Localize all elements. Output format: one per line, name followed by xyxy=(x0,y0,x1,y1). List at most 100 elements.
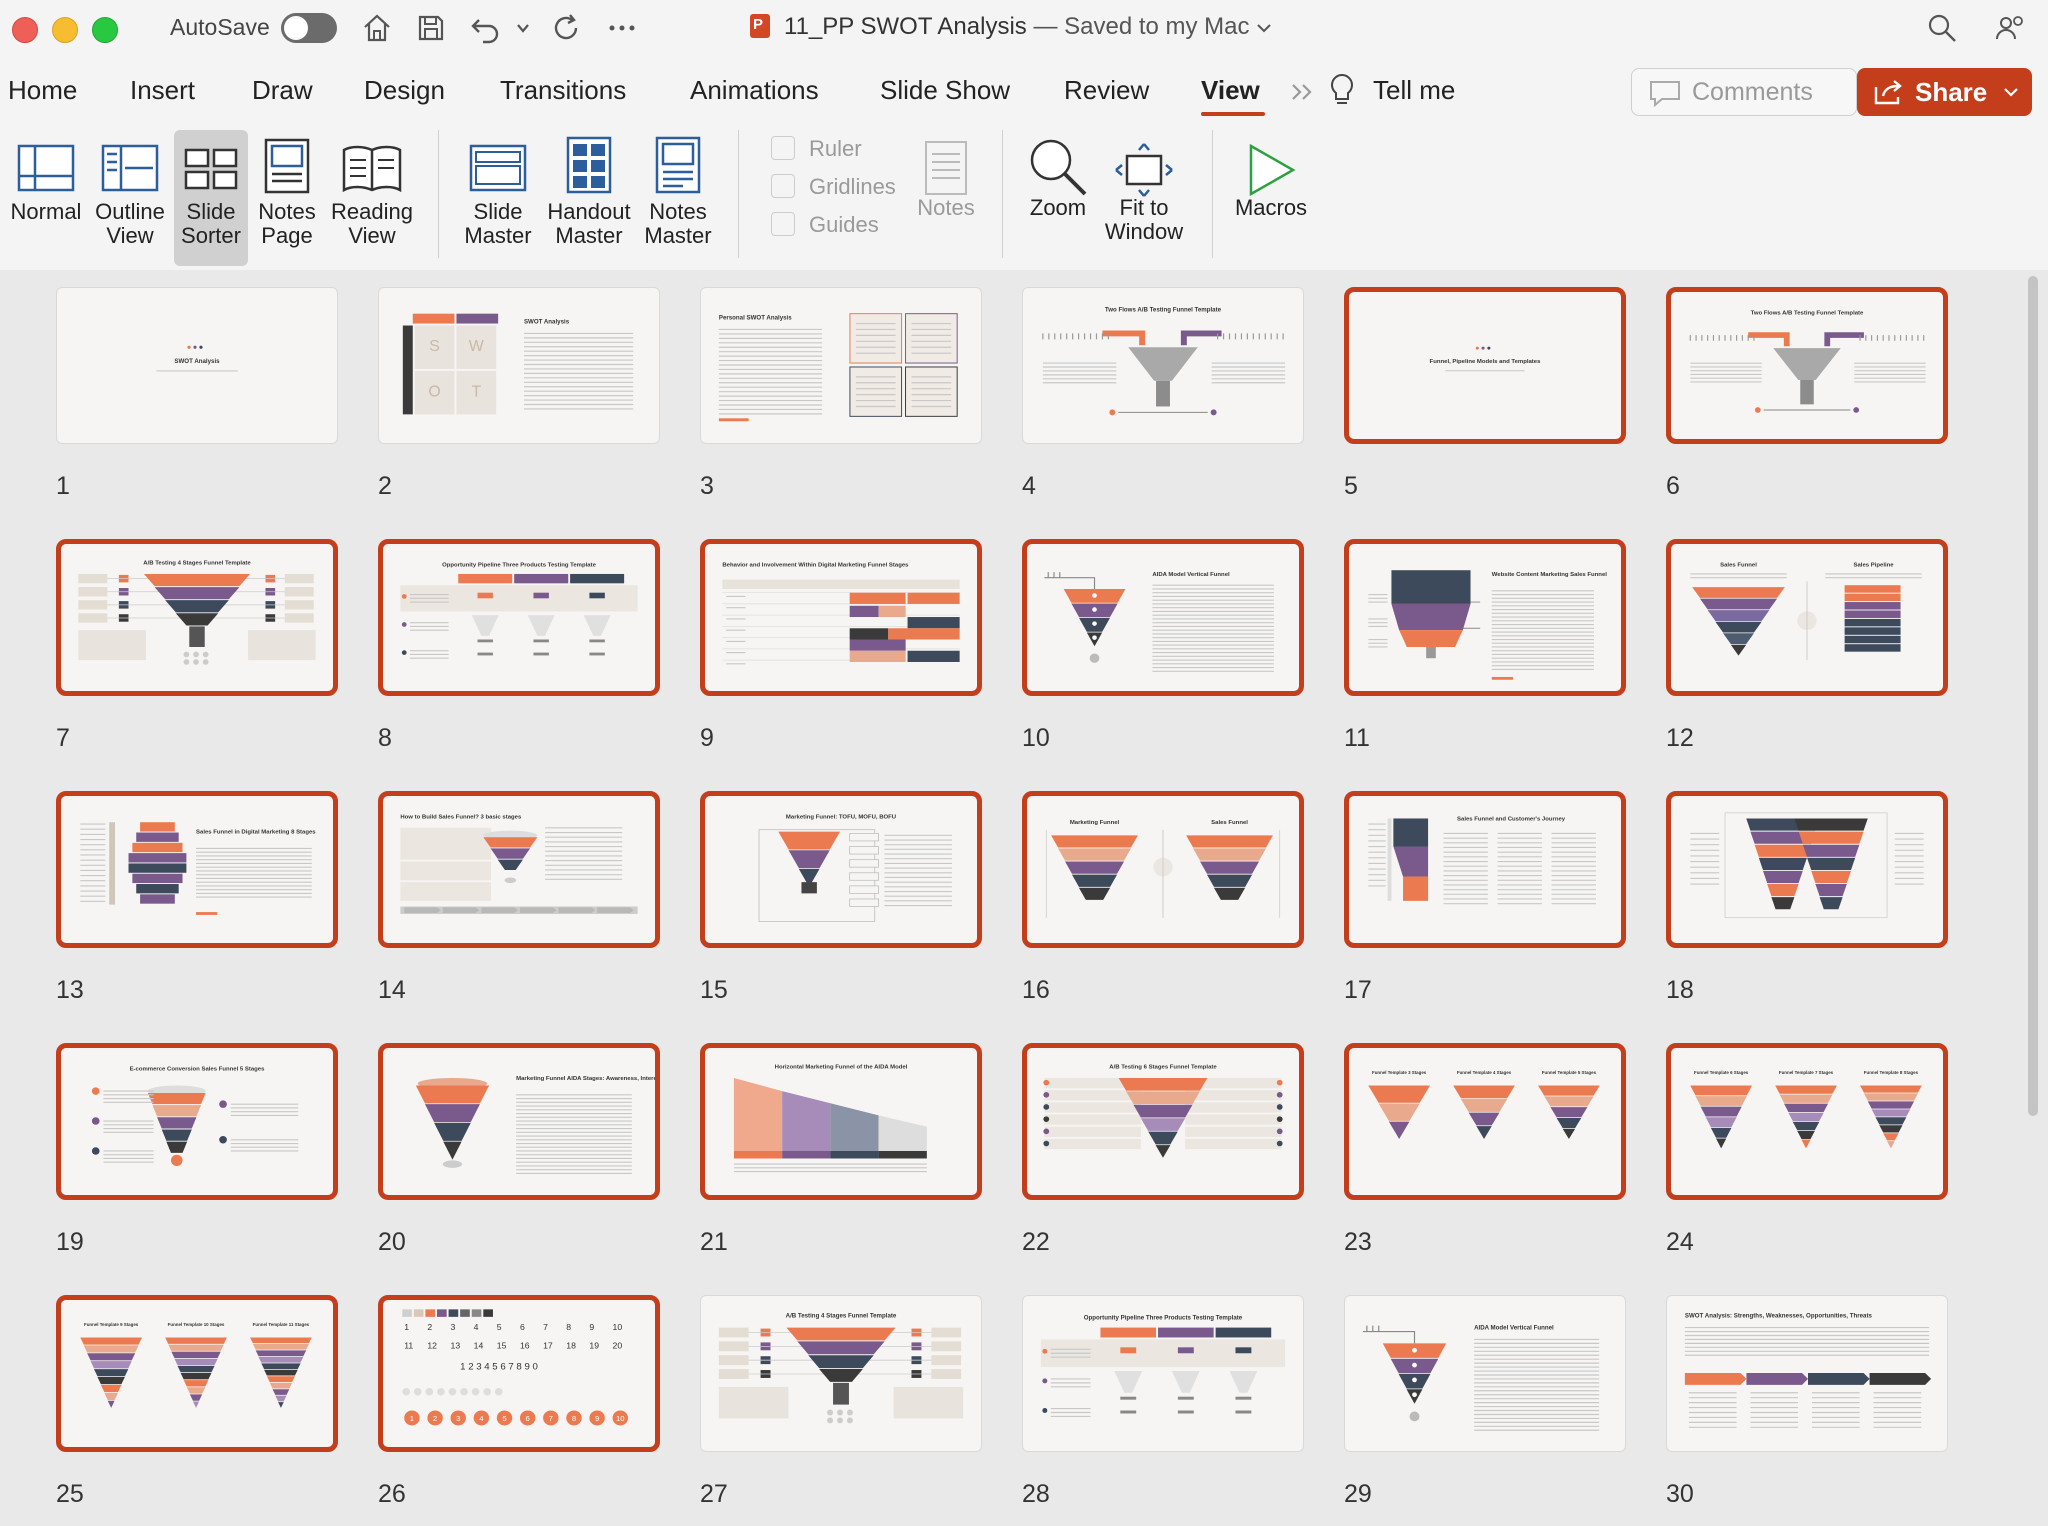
view-ribbon: Normal Outline View Slide Sorter Notes Page… xyxy=(0,122,2048,271)
slide-thumbnail-4[interactable]: Two Flows A/B Testing Funnel Template xyxy=(1022,287,1304,444)
handout-master-icon xyxy=(566,136,612,194)
slide-thumbnail-6[interactable]: Two Flows A/B Testing Funnel Template xyxy=(1666,287,1948,444)
slide-sorter-button[interactable]: Slide Sorter xyxy=(174,130,248,266)
slide-thumbnail-20[interactable]: Marketing Funnel AIDA Stages: Awareness,… xyxy=(378,1043,660,1200)
slide-thumbnail-15[interactable]: Marketing Funnel: TOFU, MOFU, BOFU xyxy=(700,791,982,948)
tell-me-search[interactable]: Tell me xyxy=(1373,75,1455,106)
slide-thumbnail-14[interactable]: How to Build Sales Funnel? 3 basic stage… xyxy=(378,791,660,948)
slide-thumbnail-3[interactable]: Personal SWOT Analysis xyxy=(700,287,982,444)
slide-thumbnail-28[interactable]: Opportunity Pipeline Three Products Test… xyxy=(1022,1295,1304,1452)
slide-title: Horizontal Marketing Funnel of the AIDA … xyxy=(775,1065,908,1071)
zoom-window-button[interactable] xyxy=(92,17,118,43)
comments-button[interactable]: Comments xyxy=(1631,68,1857,116)
slide-thumbnail-1[interactable]: SWOT Analysis xyxy=(56,287,338,444)
more-options-icon[interactable] xyxy=(602,10,642,46)
share-people-icon[interactable] xyxy=(1990,10,2030,46)
slide-thumbnail-11[interactable]: Website Content Marketing Sales Funnel xyxy=(1344,539,1626,696)
handout-master-button[interactable]: Handout Master xyxy=(546,122,632,248)
slide-thumbnail-26[interactable]: 1 2 3 4 5 6 7 8 9 10 11 12 13 14 15 16 17 18 19 20 1 2 3 4 5… xyxy=(378,1295,660,1452)
close-window-button[interactable] xyxy=(12,17,38,43)
guides-checkbox[interactable]: Guides xyxy=(771,212,879,238)
slide-thumbnail-23[interactable]: Funnel Template 3 Stages Funnel Template … xyxy=(1344,1043,1626,1200)
slide-thumbnail-30[interactable]: SWOT Analysis: Strengths, Weaknesses, Op… xyxy=(1666,1295,1948,1452)
tab-transitions[interactable]: Transitions xyxy=(500,75,626,106)
outline-view-button[interactable]: Outline View xyxy=(90,122,170,248)
slide-thumbnail-24[interactable]: Funnel Template 6 Stages Funnel Template … xyxy=(1666,1043,1948,1200)
slide-thumbnail-22[interactable]: A/B Testing 6 Stages Funnel Template xyxy=(1022,1043,1304,1200)
slide-thumbnail-7[interactable]: A/B Testing 4 Stages Funnel Template xyxy=(56,539,338,696)
ruler-checkbox[interactable]: Ruler xyxy=(771,136,862,162)
slide-sorter-pane: SWOT Analysis 1 S W O T SWOT Analysis 2 Personal… xyxy=(0,270,2048,1526)
normal-view-icon xyxy=(17,144,75,192)
vertical-scrollbar[interactable] xyxy=(2028,276,2038,1116)
slide-title: A/B Testing 4 Stages Funnel Template xyxy=(143,561,251,567)
svg-text:10: 10 xyxy=(613,1322,623,1332)
slide-thumbnail-2[interactable]: S W O T SWOT Analysis xyxy=(378,287,660,444)
tab-home[interactable]: Home xyxy=(8,75,77,106)
active-tab-indicator xyxy=(1201,112,1265,116)
tab-insert[interactable]: Insert xyxy=(130,75,195,106)
slide-title: AIDA Model Vertical Funnel xyxy=(1474,1325,1554,1332)
svg-text:9: 9 xyxy=(595,1414,599,1423)
slide-preview: A/B Testing 4 Stages Funnel Template xyxy=(78,561,316,665)
slide-number: 29 xyxy=(1344,1480,1372,1508)
slide-thumbnail-17[interactable]: Sales Funnel and Customer's Journey xyxy=(1344,791,1626,948)
svg-text:20: 20 xyxy=(613,1341,623,1351)
slide-thumbnail-9[interactable]: Behavior and Involvement Within Digital … xyxy=(700,539,982,696)
document-title[interactable]: 11_PP SWOT Analysis — Saved to my Mac xyxy=(750,13,1272,41)
slide-thumbnail-27[interactable]: A/B Testing 4 Stages Funnel Template xyxy=(700,1295,982,1452)
slide-preview: Two Flows A/B Testing Funnel Template xyxy=(1689,311,1926,413)
slide-thumbnail-21[interactable]: Horizontal Marketing Funnel of the AIDA … xyxy=(700,1043,982,1200)
slide-thumbnail-12[interactable]: Sales Funnel Sales Pipeline xyxy=(1666,539,1948,696)
minimize-window-button[interactable] xyxy=(52,17,78,43)
share-button[interactable]: Share xyxy=(1857,68,2032,116)
slide-preview: E-commerce Conversion Sales Funnel 5 Sta… xyxy=(91,1067,299,1166)
macros-button[interactable]: Macros xyxy=(1226,122,1316,220)
zoom-button[interactable]: Zoom xyxy=(1018,122,1098,220)
save-icon[interactable] xyxy=(411,10,451,46)
slide-thumbnail-13[interactable]: Sales Funnel in Digital Marketing 8 Stag… xyxy=(56,791,338,948)
slide-title: SWOT Analysis: Strengths, Weaknesses, Op… xyxy=(1685,1313,1873,1320)
slide-thumbnail-19[interactable]: E-commerce Conversion Sales Funnel 5 Sta… xyxy=(56,1043,338,1200)
slide-title: AIDA Model Vertical Funnel xyxy=(1152,572,1230,578)
tab-design[interactable]: Design xyxy=(364,75,445,106)
undo-icon[interactable] xyxy=(466,10,506,46)
svg-text:18: 18 xyxy=(566,1341,576,1351)
slide-thumbnail-8[interactable]: Opportunity Pipeline Three Products Test… xyxy=(378,539,660,696)
more-tabs-chevron-icon[interactable] xyxy=(1290,82,1316,102)
tab-slide-show[interactable]: Slide Show xyxy=(880,75,1010,106)
undo-dropdown-chevron-icon[interactable] xyxy=(506,10,540,46)
document-name: 11_PP SWOT Analysis xyxy=(784,13,1027,40)
notes-page-button[interactable]: Notes Page xyxy=(252,122,322,248)
search-icon[interactable] xyxy=(1922,10,1962,46)
slide-thumbnail-5[interactable]: Funnel, Pipeline Models and Templates xyxy=(1344,287,1626,444)
tab-animations[interactable]: Animations xyxy=(690,75,819,106)
slide-number: 27 xyxy=(700,1480,728,1508)
autosave-toggle[interactable] xyxy=(281,13,337,43)
slide-thumbnail-18[interactable] xyxy=(1666,791,1948,948)
slide-thumbnail-16[interactable]: Marketing Funnel Sales Funnel xyxy=(1022,791,1304,948)
slide-thumbnail-29[interactable]: AIDA Model Vertical Funnel xyxy=(1344,1295,1626,1452)
notes-button[interactable]: Notes xyxy=(910,122,982,220)
slide-thumbnail-10[interactable]: AIDA Model Vertical Funnel xyxy=(1022,539,1304,696)
redo-icon[interactable] xyxy=(546,10,586,46)
slide-number: 14 xyxy=(378,976,406,1004)
home-icon[interactable] xyxy=(357,10,397,46)
slide-preview: Sales Funnel and Customer's Journey xyxy=(1368,816,1596,905)
slide-number: 10 xyxy=(1022,724,1050,752)
tab-review[interactable]: Review xyxy=(1064,75,1149,106)
share-chevron-down-icon xyxy=(2004,88,2018,97)
svg-text:O: O xyxy=(428,384,440,401)
slide-preview: Marketing Funnel: TOFU, MOFU, BOFU xyxy=(758,815,952,922)
normal-view-button[interactable]: Normal xyxy=(4,122,88,224)
notes-master-button[interactable]: Notes Master xyxy=(638,122,718,248)
gridlines-checkbox[interactable]: Gridlines xyxy=(771,174,896,200)
svg-text:Funnel Template 7 Stages: Funnel Template 7 Stages xyxy=(1779,1070,1834,1075)
slide-thumbnail-25[interactable]: Funnel Template 9 Stages Funnel Template … xyxy=(56,1295,338,1452)
slide-master-button[interactable]: Slide Master xyxy=(458,122,538,248)
reading-view-button[interactable]: Reading View xyxy=(330,122,414,248)
svg-text:Funnel Template 9 Stages: Funnel Template 9 Stages xyxy=(84,1322,139,1327)
tab-draw[interactable]: Draw xyxy=(252,75,313,106)
tab-view[interactable]: View xyxy=(1201,75,1260,106)
fit-to-window-button[interactable]: Fit to Window xyxy=(1104,122,1184,244)
